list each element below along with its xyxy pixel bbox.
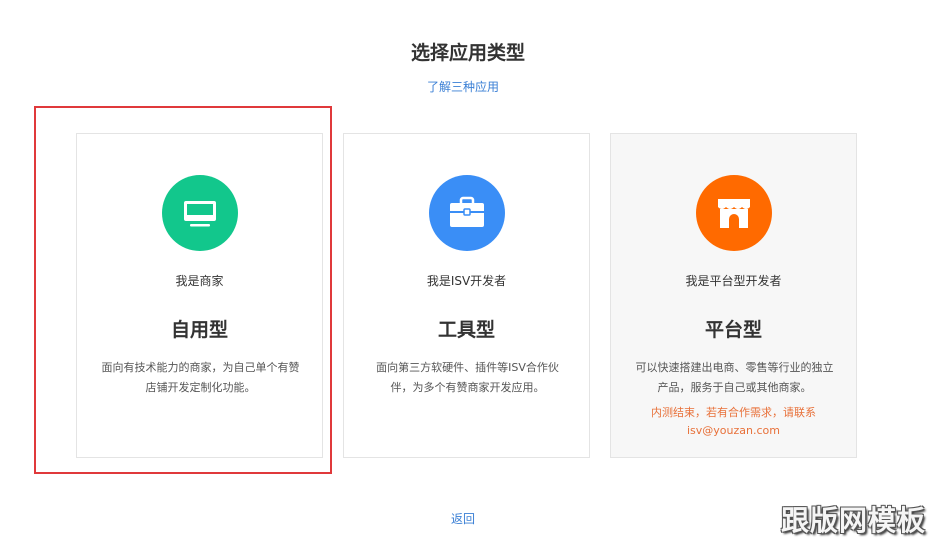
card-description: 面向有技术能力的商家，为自己单个有赞店铺开发定制化功能。 xyxy=(101,361,300,394)
app-type-card-tool[interactable]: 我是ISV开发者 工具型 面向第三方软硬件、插件等ISV合作伙伴，为多个有赞商家… xyxy=(343,133,590,458)
briefcase-icon xyxy=(429,175,505,251)
site-watermark: 跟版网模板 xyxy=(780,504,926,537)
learn-three-apps-link[interactable]: 了解三种应用 xyxy=(0,78,926,95)
monitor-icon xyxy=(162,175,238,251)
contact-notice: 内测结束，若有合作需求，请联系 isv@youzan.com xyxy=(621,404,846,440)
card-type: 平台型 xyxy=(704,319,762,341)
contact-email[interactable]: isv@youzan.com xyxy=(621,422,846,440)
card-description: 可以快速搭建出电商、零售等行业的独立产品，服务于自己或其他商家。 xyxy=(635,361,834,394)
app-type-card-platform[interactable]: 我是平台型开发者 平台型 可以快速搭建出电商、零售等行业的独立产品，服务于自己或… xyxy=(610,133,857,458)
notice-text: 内测结束，若有合作需求，请联系 xyxy=(651,406,816,419)
app-type-card-self-use[interactable]: 我是商家 自用型 面向有技术能力的商家，为自己单个有赞店铺开发定制化功能。 xyxy=(76,133,323,458)
storefront-icon xyxy=(696,175,772,251)
card-type: 工具型 xyxy=(437,319,495,341)
card-type: 自用型 xyxy=(170,319,228,341)
card-role: 我是ISV开发者 xyxy=(426,274,507,288)
card-role: 我是平台型开发者 xyxy=(685,274,782,288)
page-title: 选择应用类型 xyxy=(410,42,525,64)
card-role: 我是商家 xyxy=(175,274,224,288)
card-description: 面向第三方软硬件、插件等ISV合作伙伴，为多个有赞商家开发应用。 xyxy=(376,361,559,394)
